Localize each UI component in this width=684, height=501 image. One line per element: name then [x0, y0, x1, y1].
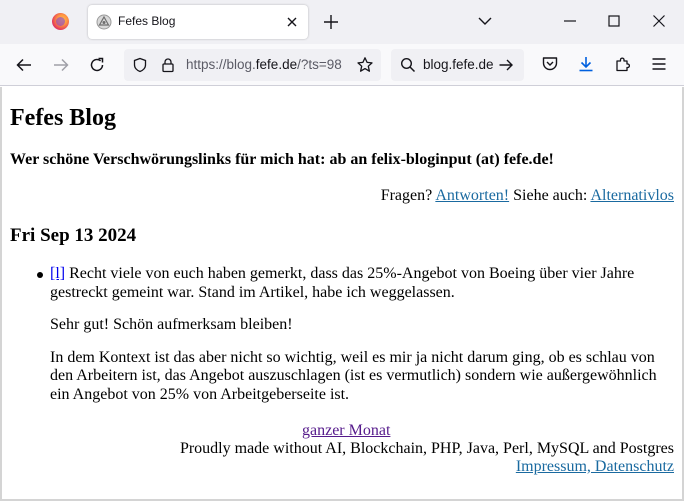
firefox-view-icon[interactable] [52, 13, 69, 30]
post-paragraph-1: [l] Recht viele von euch haben gemerkt, … [50, 265, 670, 302]
search-go-arrow-icon[interactable] [498, 57, 514, 73]
page-subtitle: Wer schöne Verschwörungslinks für mich h… [10, 151, 554, 168]
hamburger-menu-icon[interactable] [650, 55, 668, 73]
url-suffix: /?ts=98 [297, 57, 342, 72]
alternativlos-link[interactable]: Alternativlos [590, 187, 674, 204]
tab-fefes-blog[interactable]: Fefes Blog [88, 5, 308, 39]
maximize-icon[interactable] [607, 14, 621, 28]
reload-icon[interactable] [88, 56, 106, 74]
impressum-link[interactable]: Impressum, Datenschutz [516, 458, 674, 476]
url-prefix: https://blog. [186, 57, 256, 72]
list-bullet [37, 272, 43, 278]
bookmark-star-icon[interactable] [356, 56, 374, 74]
search-icon [400, 57, 416, 73]
page-content: Fefes Blog Wer schöne Verschwörungslinks… [0, 87, 684, 501]
new-tab-button[interactable] [320, 11, 342, 33]
answers-link[interactable]: Antworten! [435, 187, 509, 204]
download-icon[interactable] [577, 55, 595, 73]
post-date-heading: Fri Sep 13 2024 [10, 225, 137, 246]
page-title: Fefes Blog [10, 105, 116, 131]
favicon-icon [96, 14, 112, 30]
forward-arrow-icon[interactable] [52, 56, 70, 74]
tab-strip: Fefes Blog [0, 0, 684, 44]
whole-month-link[interactable]: ganzer Monat [302, 422, 390, 440]
search-text: blog.fefe.de [423, 57, 494, 72]
questions-line: Fragen? Antworten! Siehe auch: Alternati… [381, 187, 674, 205]
post-paragraph-3: In dem Kontext ist das aber nicht so wic… [50, 348, 657, 403]
chevron-down-icon[interactable] [477, 13, 493, 29]
tracking-protection-shield-icon[interactable] [132, 57, 148, 73]
pocket-icon[interactable] [541, 55, 559, 73]
questions-label: Fragen? [380, 187, 433, 204]
tab-title: Fefes Blog [118, 14, 176, 28]
permalink-link[interactable]: [l] [50, 265, 65, 282]
post-text-1: Recht viele von euch haben gemerkt, dass… [50, 265, 635, 301]
back-arrow-icon[interactable] [15, 56, 33, 74]
window-close-icon[interactable] [652, 14, 666, 28]
url-domain: fefe.de [255, 57, 298, 72]
url-bar[interactable]: https://blog.fefe.de/?ts=98 [124, 49, 381, 81]
url-text[interactable]: https://blog.fefe.de/?ts=98 [186, 57, 351, 72]
lock-icon[interactable] [160, 57, 176, 73]
post-paragraph-2: Sehr gut! Schön aufmerksam bleiben! [50, 316, 293, 333]
minimize-icon[interactable] [563, 14, 577, 28]
footer-proudly-text: Proudly made without AI, Blockchain, PHP… [179, 440, 674, 457]
tab-close-icon[interactable] [284, 14, 300, 30]
extensions-puzzle-icon[interactable] [614, 55, 632, 73]
search-bar[interactable]: blog.fefe.de [391, 49, 524, 81]
list-item: [l] Recht viele von euch haben gemerkt, … [50, 265, 670, 418]
see-also-label: Siehe auch: [513, 187, 588, 204]
